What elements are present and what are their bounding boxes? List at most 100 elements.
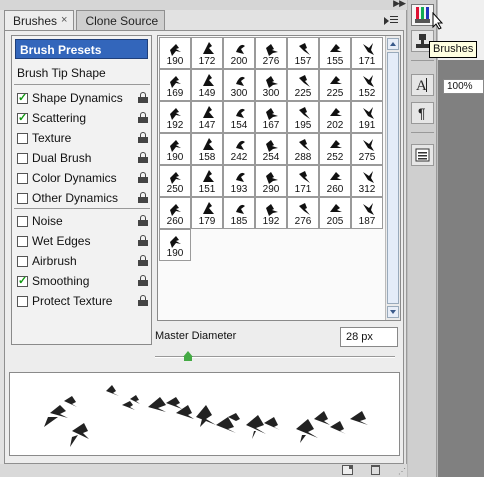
brush-option-scattering[interactable]: Scattering	[14, 108, 150, 128]
lock-icon[interactable]	[138, 295, 148, 306]
layer-comps-panel-button[interactable]	[411, 144, 434, 166]
brush-preset-cell[interactable]: 200	[223, 37, 255, 69]
diameter-slider-thumb[interactable]	[183, 351, 193, 362]
tab-close-icon[interactable]: ×	[61, 14, 67, 26]
panel-collapse-bar[interactable]: ▶▶	[0, 0, 407, 10]
brush-preset-cell[interactable]: 193	[223, 165, 255, 197]
character-panel-button[interactable]: A	[411, 74, 434, 96]
brush-preset-cell[interactable]: 312	[351, 165, 383, 197]
brush-option-wet-edges[interactable]: Wet Edges	[14, 231, 150, 251]
lock-icon[interactable]	[138, 112, 148, 123]
collapse-arrows-icon[interactable]: ▶▶	[393, 0, 406, 9]
brush-preset-cell[interactable]: 260	[319, 165, 351, 197]
brush-preset-cell[interactable]: 152	[351, 69, 383, 101]
brush-option-protect-texture[interactable]: Protect Texture	[14, 291, 150, 311]
lock-icon[interactable]	[138, 275, 148, 286]
brush-option-noise[interactable]: Noise	[14, 211, 150, 231]
option-checkbox[interactable]	[17, 255, 28, 267]
brush-preset-cell[interactable]: 169	[159, 69, 191, 101]
brush-preset-cell[interactable]: 147	[191, 101, 223, 133]
master-diameter-input[interactable]: 28 px	[340, 327, 398, 347]
lock-icon[interactable]	[138, 235, 148, 246]
brushes-panel-button[interactable]	[411, 4, 434, 26]
lock-icon[interactable]	[138, 92, 148, 103]
brush-preset-cell[interactable]: 190	[159, 37, 191, 69]
brush-preset-cell[interactable]: 195	[287, 101, 319, 133]
brush-preset-cell[interactable]: 172	[191, 37, 223, 69]
brush-preset-cell[interactable]: 300	[255, 69, 287, 101]
brush-option-other-dynamics[interactable]: Other Dynamics	[14, 188, 150, 208]
brush-tip-shape-item[interactable]: Brush Tip Shape	[14, 63, 150, 83]
brush-preset-cell[interactable]: 155	[319, 37, 351, 69]
paragraph-panel-button[interactable]: ¶	[411, 102, 434, 124]
brush-preset-cell[interactable]: 151	[191, 165, 223, 197]
brush-preset-cell[interactable]: 288	[287, 133, 319, 165]
resize-grip-icon[interactable]: ⋰	[398, 467, 406, 476]
option-checkbox[interactable]	[17, 235, 28, 247]
option-checkbox[interactable]	[17, 132, 28, 144]
brush-preset-cell[interactable]: 171	[351, 37, 383, 69]
brush-preset-cell[interactable]: 158	[191, 133, 223, 165]
brush-preset-cell[interactable]: 154	[223, 101, 255, 133]
scroll-thumb[interactable]	[387, 52, 399, 304]
brush-preset-cell[interactable]: 157	[287, 37, 319, 69]
option-checkbox[interactable]	[17, 91, 28, 104]
brush-preset-cell[interactable]: 276	[255, 37, 287, 69]
option-checkbox[interactable]	[17, 192, 28, 204]
option-checkbox[interactable]	[17, 152, 28, 164]
option-checkbox[interactable]	[17, 111, 28, 124]
brush-preset-cell[interactable]: 167	[255, 101, 287, 133]
brush-option-smoothing[interactable]: Smoothing	[14, 271, 150, 291]
brush-preset-cell[interactable]: 171	[287, 165, 319, 197]
grid-scrollbar[interactable]	[385, 36, 400, 320]
brush-preset-cell[interactable]: 250	[159, 165, 191, 197]
brush-presets-item[interactable]: Brush Presets	[15, 39, 148, 59]
option-checkbox[interactable]	[17, 295, 28, 307]
brush-preset-cell[interactable]: 260	[159, 197, 191, 229]
lock-icon[interactable]	[138, 215, 148, 226]
brush-preset-cell[interactable]: 202	[319, 101, 351, 133]
brush-option-airbrush[interactable]: Airbrush	[14, 251, 150, 271]
brush-preset-cell[interactable]: 242	[223, 133, 255, 165]
brush-preset-cell[interactable]: 275	[351, 133, 383, 165]
brush-preset-cell[interactable]: 149	[191, 69, 223, 101]
document-canvas-area[interactable]	[438, 60, 484, 477]
scroll-up-button[interactable]	[387, 38, 399, 50]
brush-option-texture[interactable]: Texture	[14, 128, 150, 148]
brush-preset-cell[interactable]: 300	[223, 69, 255, 101]
brush-preset-cell[interactable]: 225	[287, 69, 319, 101]
brush-preset-cell[interactable]: 205	[319, 197, 351, 229]
brush-preset-cell[interactable]: 225	[319, 69, 351, 101]
lock-icon[interactable]	[138, 172, 148, 183]
lock-icon[interactable]	[138, 152, 148, 163]
option-label: Wet Edges	[32, 234, 91, 248]
brush-preset-cell[interactable]: 192	[255, 197, 287, 229]
option-checkbox[interactable]	[17, 215, 28, 227]
tab-clone-source[interactable]: Clone Source	[76, 10, 166, 30]
brush-preset-cell[interactable]: 254	[255, 133, 287, 165]
brush-preset-cell[interactable]: 190	[159, 133, 191, 165]
zoom-level-field[interactable]: 100%	[443, 79, 484, 94]
lock-icon[interactable]	[138, 255, 148, 266]
brush-option-shape-dynamics[interactable]: Shape Dynamics	[14, 88, 150, 108]
brush-preset-cell[interactable]: 192	[159, 101, 191, 133]
brush-preset-cell[interactable]: 185	[223, 197, 255, 229]
brush-preset-cell[interactable]: 191	[351, 101, 383, 133]
trash-icon[interactable]	[371, 465, 380, 475]
brush-preset-cell[interactable]: 190	[159, 229, 191, 261]
lock-icon[interactable]	[138, 132, 148, 143]
brush-preset-cell[interactable]: 276	[287, 197, 319, 229]
new-preset-icon[interactable]	[342, 465, 353, 475]
brush-option-dual-brush[interactable]: Dual Brush	[14, 148, 150, 168]
panel-menu-icon[interactable]	[384, 14, 402, 28]
brush-preset-cell[interactable]: 179	[191, 197, 223, 229]
scroll-down-button[interactable]	[387, 306, 399, 318]
brush-option-color-dynamics[interactable]: Color Dynamics	[14, 168, 150, 188]
brush-preset-cell[interactable]: 290	[255, 165, 287, 197]
tab-brushes[interactable]: Brushes ×	[4, 10, 75, 31]
brush-preset-cell[interactable]: 187	[351, 197, 383, 229]
lock-icon[interactable]	[138, 192, 148, 203]
option-checkbox[interactable]	[17, 274, 28, 287]
brush-preset-cell[interactable]: 252	[319, 133, 351, 165]
option-checkbox[interactable]	[17, 172, 28, 184]
